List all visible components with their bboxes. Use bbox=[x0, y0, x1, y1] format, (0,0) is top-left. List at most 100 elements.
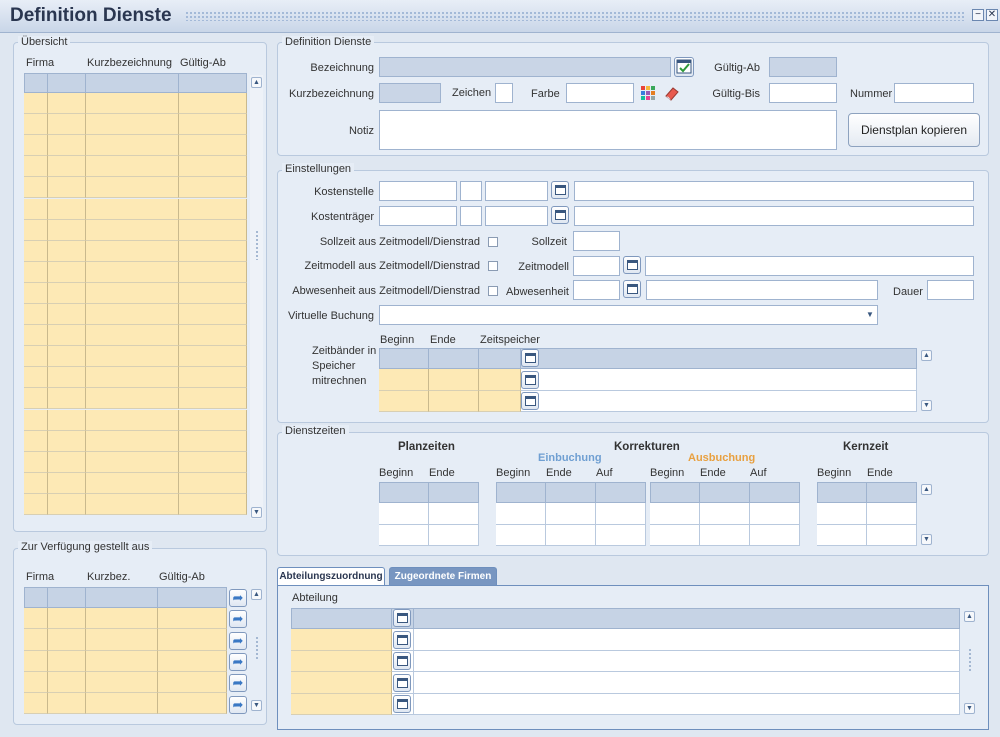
table-cell[interactable] bbox=[179, 451, 247, 473]
scroll-down-icon[interactable]: ▼ bbox=[921, 534, 932, 545]
table-cell[interactable] bbox=[48, 430, 86, 452]
table-cell[interactable] bbox=[158, 650, 227, 672]
table-cell[interactable] bbox=[429, 369, 479, 391]
table-cell[interactable] bbox=[414, 650, 960, 672]
table-cell[interactable] bbox=[48, 219, 86, 241]
table-cell[interactable] bbox=[750, 503, 800, 525]
table-cell[interactable] bbox=[48, 671, 86, 694]
table-cell[interactable] bbox=[24, 409, 48, 431]
table-cell[interactable] bbox=[179, 346, 247, 368]
table-cell[interactable] bbox=[86, 367, 179, 389]
table-cell[interactable] bbox=[179, 304, 247, 326]
table-cell[interactable] bbox=[379, 390, 429, 412]
kostenstelle-calendar-icon[interactable] bbox=[551, 181, 569, 199]
table-cell[interactable] bbox=[158, 629, 227, 651]
color-palette-icon[interactable] bbox=[640, 85, 656, 101]
table-cell[interactable] bbox=[48, 93, 86, 115]
forward-arrow-icon[interactable]: ➦ bbox=[229, 652, 247, 671]
table-cell[interactable] bbox=[48, 388, 86, 410]
table-cell[interactable] bbox=[179, 493, 247, 515]
kostentraeger-input-1[interactable] bbox=[379, 206, 457, 226]
sollzeit-input[interactable] bbox=[573, 231, 620, 251]
table-cell[interactable] bbox=[379, 503, 429, 525]
uebersicht-table[interactable] bbox=[24, 73, 247, 520]
verfuegung-table[interactable] bbox=[24, 587, 227, 715]
table-cell[interactable] bbox=[179, 472, 247, 494]
calendar-icon[interactable] bbox=[393, 630, 411, 649]
table-cell[interactable] bbox=[750, 524, 800, 546]
scroll-down-icon[interactable]: ▼ bbox=[964, 703, 975, 714]
table-cell[interactable] bbox=[24, 693, 48, 715]
table-cell[interactable] bbox=[179, 282, 247, 304]
scroll-up-icon[interactable]: ▲ bbox=[921, 350, 932, 361]
table-cell[interactable] bbox=[429, 503, 479, 525]
table-cell[interactable] bbox=[86, 608, 158, 630]
table-cell[interactable] bbox=[48, 608, 86, 630]
table-cell[interactable] bbox=[291, 650, 392, 672]
table-cell[interactable] bbox=[521, 369, 917, 391]
table-cell[interactable] bbox=[48, 409, 86, 431]
table-cell[interactable] bbox=[48, 156, 86, 178]
abwesenheit-calendar-icon[interactable] bbox=[623, 280, 641, 298]
table-cell[interactable] bbox=[24, 430, 48, 452]
table-cell[interactable] bbox=[291, 629, 392, 651]
table-cell[interactable] bbox=[24, 325, 48, 347]
kostenstelle-input-3[interactable] bbox=[485, 181, 548, 201]
abwesenheit-input[interactable] bbox=[573, 280, 620, 300]
table-cell[interactable] bbox=[429, 524, 479, 546]
zeichen-input[interactable] bbox=[495, 83, 513, 103]
table-cell[interactable] bbox=[496, 524, 546, 546]
table-cell[interactable] bbox=[48, 177, 86, 199]
table-cell[interactable] bbox=[86, 156, 179, 178]
scroll-down-icon[interactable]: ▼ bbox=[251, 700, 262, 711]
table-cell[interactable] bbox=[158, 671, 227, 694]
table-cell[interactable] bbox=[179, 430, 247, 452]
table-cell[interactable] bbox=[86, 472, 179, 494]
table-cell[interactable] bbox=[24, 177, 48, 199]
table-cell[interactable] bbox=[24, 346, 48, 368]
forward-arrow-icon[interactable]: ➦ bbox=[229, 589, 247, 607]
table-cell[interactable] bbox=[24, 629, 48, 651]
scroll-grip[interactable] bbox=[255, 636, 259, 660]
table-cell[interactable] bbox=[86, 430, 179, 452]
table-cell[interactable] bbox=[179, 177, 247, 199]
table-cell[interactable] bbox=[179, 409, 247, 431]
kostentraeger-input-3[interactable] bbox=[485, 206, 548, 226]
table-cell[interactable] bbox=[48, 367, 86, 389]
table-cell[interactable] bbox=[48, 472, 86, 494]
table-cell[interactable] bbox=[48, 650, 86, 672]
sollzeit-checkbox[interactable] bbox=[488, 237, 498, 247]
table-cell[interactable] bbox=[179, 325, 247, 347]
close-icon[interactable]: ✕ bbox=[986, 9, 998, 21]
table-cell[interactable] bbox=[86, 135, 179, 157]
table-cell[interactable] bbox=[48, 629, 86, 651]
table-cell[interactable] bbox=[86, 451, 179, 473]
table-cell[interactable] bbox=[86, 409, 179, 431]
calendar-icon[interactable] bbox=[521, 370, 539, 389]
table-cell[interactable] bbox=[546, 524, 596, 546]
zeitmodell-checkbox[interactable] bbox=[488, 261, 498, 271]
table-cell[interactable] bbox=[24, 367, 48, 389]
nummer-input[interactable] bbox=[894, 83, 974, 103]
table-cell[interactable] bbox=[86, 693, 158, 715]
table-cell[interactable] bbox=[379, 524, 429, 546]
zeitmodell-text-input[interactable] bbox=[645, 256, 974, 276]
kernzeit-table[interactable] bbox=[817, 482, 917, 546]
table-cell[interactable] bbox=[24, 261, 48, 283]
table-cell[interactable] bbox=[48, 198, 86, 220]
table-cell[interactable] bbox=[414, 693, 960, 715]
table-cell[interactable] bbox=[179, 156, 247, 178]
table-cell[interactable] bbox=[179, 93, 247, 115]
table-cell[interactable] bbox=[24, 451, 48, 473]
calendar-icon[interactable] bbox=[393, 609, 411, 627]
table-cell[interactable] bbox=[24, 198, 48, 220]
table-cell[interactable] bbox=[86, 240, 179, 262]
scroll-grip[interactable] bbox=[968, 648, 972, 672]
planzeiten-table[interactable] bbox=[379, 482, 479, 546]
abwesenheit-checkbox[interactable] bbox=[488, 286, 498, 296]
table-cell[interactable] bbox=[86, 177, 179, 199]
table-cell[interactable] bbox=[86, 304, 179, 326]
uebersicht-scrollbar[interactable] bbox=[250, 75, 263, 519]
table-cell[interactable] bbox=[24, 135, 48, 157]
einbuchung-table[interactable] bbox=[496, 482, 646, 546]
